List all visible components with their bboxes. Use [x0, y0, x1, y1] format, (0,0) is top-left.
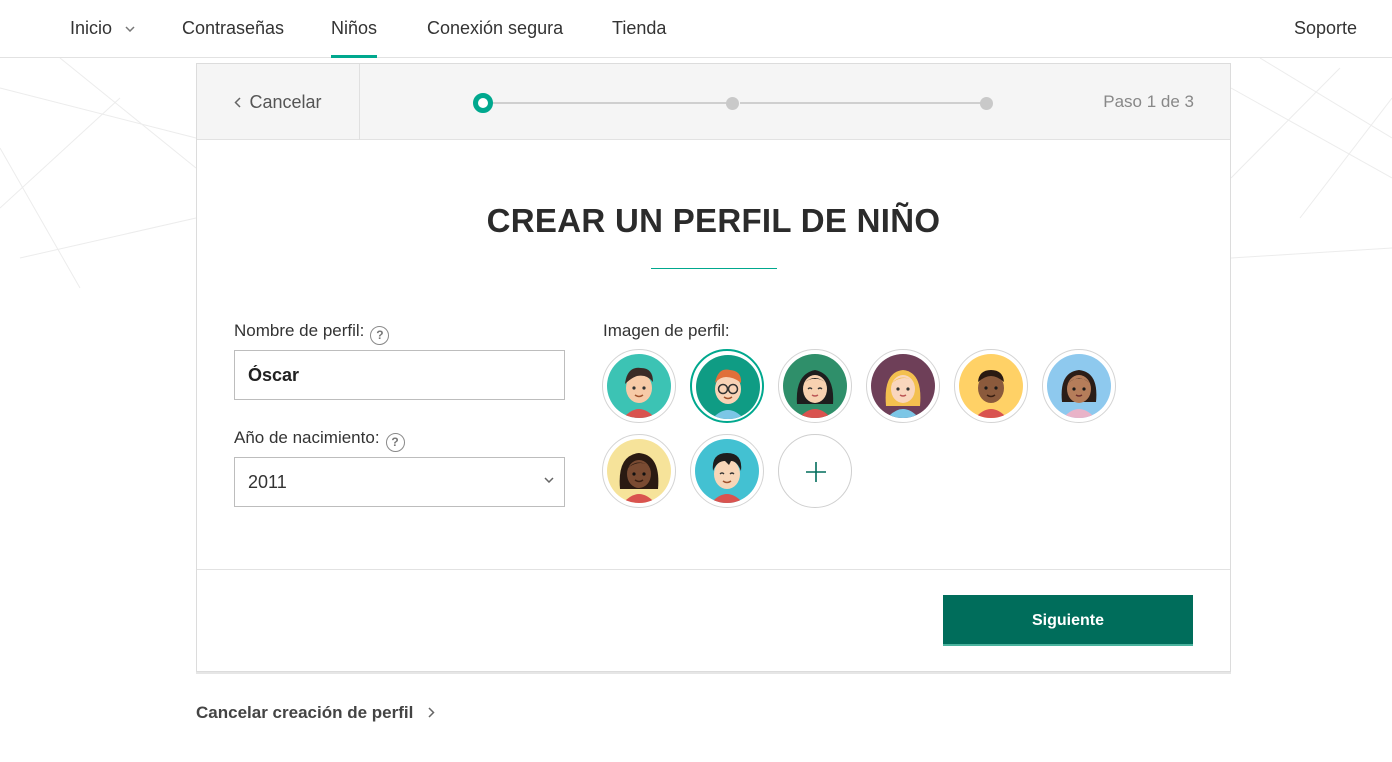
- add-avatar-button[interactable]: [778, 434, 852, 508]
- next-button[interactable]: Siguiente: [943, 595, 1193, 646]
- birth-year-label: Año de nacimiento:: [234, 428, 380, 447]
- top-navigation: Inicio Contraseñas Niños Conexión segura…: [0, 0, 1392, 58]
- avatar-boy-asian-icon: [695, 439, 759, 503]
- wizard-header: Cancelar Paso 1 de 3: [197, 64, 1230, 140]
- step-2-indicator: [726, 97, 739, 110]
- chevron-down-icon: [544, 477, 554, 483]
- chevron-down-icon: [125, 26, 135, 33]
- profile-name-input[interactable]: [234, 350, 565, 400]
- plus-icon: [806, 462, 826, 482]
- chevron-right-icon: [428, 707, 435, 718]
- avatar-boy-dark-hair-icon: [607, 354, 671, 418]
- step-3-indicator: [980, 97, 993, 110]
- avatar-girl-blonde-icon: [871, 354, 935, 418]
- profile-name-label: Nombre de perfil:: [234, 321, 365, 340]
- cancel-button[interactable]: Cancelar: [197, 64, 360, 140]
- step-connector: [489, 102, 733, 104]
- birth-year-label-row: Año de nacimiento:?: [234, 428, 405, 452]
- nav-item-label: Conexión segura: [427, 18, 564, 38]
- avatar-option-boy-dark-hair[interactable]: [602, 349, 676, 423]
- nav-item-ninos[interactable]: Niños: [331, 0, 378, 58]
- birth-year-select[interactable]: 2011: [234, 457, 565, 507]
- progress-stepper: [473, 93, 993, 113]
- profile-name-label-row: Nombre de perfil:?: [234, 321, 390, 345]
- chevron-left-icon: [234, 96, 241, 108]
- help-icon[interactable]: ?: [370, 326, 390, 345]
- footer-divider: [197, 569, 1230, 570]
- help-icon[interactable]: ?: [385, 433, 405, 452]
- nav-item-label: Soporte: [1294, 18, 1358, 38]
- avatar-option-girl-blonde[interactable]: [866, 349, 940, 423]
- avatar-option-boy-red-hair[interactable]: [690, 349, 764, 423]
- nav-item-tienda[interactable]: Tienda: [612, 0, 666, 58]
- nav-item-label: Tienda: [612, 18, 667, 38]
- title-divider: [651, 268, 777, 269]
- avatar-option-girl-black-hair[interactable]: [778, 349, 852, 423]
- avatar-girl-dark-hair-icon: [1047, 354, 1111, 418]
- avatar-boy-glasses-icon: [696, 355, 760, 419]
- avatar-grid: [602, 349, 1122, 509]
- cancel-profile-creation-link[interactable]: Cancelar creación de perfil: [196, 703, 435, 723]
- nav-item-label: Inicio: [70, 18, 113, 38]
- step-connector: [740, 102, 985, 104]
- avatar-option-girl-dark-skin[interactable]: [602, 434, 676, 508]
- avatar-option-boy-dark-skin[interactable]: [954, 349, 1028, 423]
- nav-item-label: Contraseñas: [182, 18, 285, 38]
- step-1-indicator: [473, 93, 493, 113]
- nav-item-soporte[interactable]: Soporte: [1294, 0, 1357, 58]
- nav-item-label: Niños: [331, 18, 378, 38]
- cancel-button-label: Cancelar: [249, 91, 322, 112]
- avatar-girl-black-hair-icon: [783, 354, 847, 418]
- nav-item-conexion-segura[interactable]: Conexión segura: [427, 0, 563, 58]
- avatar-option-boy-asian[interactable]: [690, 434, 764, 508]
- step-counter: Paso 1 de 3: [1103, 92, 1194, 111]
- cancel-profile-creation-label: Cancelar creación de perfil: [196, 703, 414, 722]
- page-title: CREAR UN PERFIL DE NIÑO: [486, 202, 941, 239]
- profile-image-label: Imagen de perfil:: [603, 321, 730, 340]
- avatar-girl-dark-skin-icon: [607, 439, 671, 503]
- avatar-option-girl-dark-hair[interactable]: [1042, 349, 1116, 423]
- create-profile-card: Cancelar Paso 1 de 3 CREAR UN PERFIL DE …: [196, 63, 1231, 672]
- avatar-boy-dark-skin-icon: [959, 354, 1023, 418]
- nav-item-inicio[interactable]: Inicio: [70, 0, 135, 58]
- nav-item-contrasenas[interactable]: Contraseñas: [182, 0, 284, 58]
- birth-year-value: 2011: [248, 472, 287, 492]
